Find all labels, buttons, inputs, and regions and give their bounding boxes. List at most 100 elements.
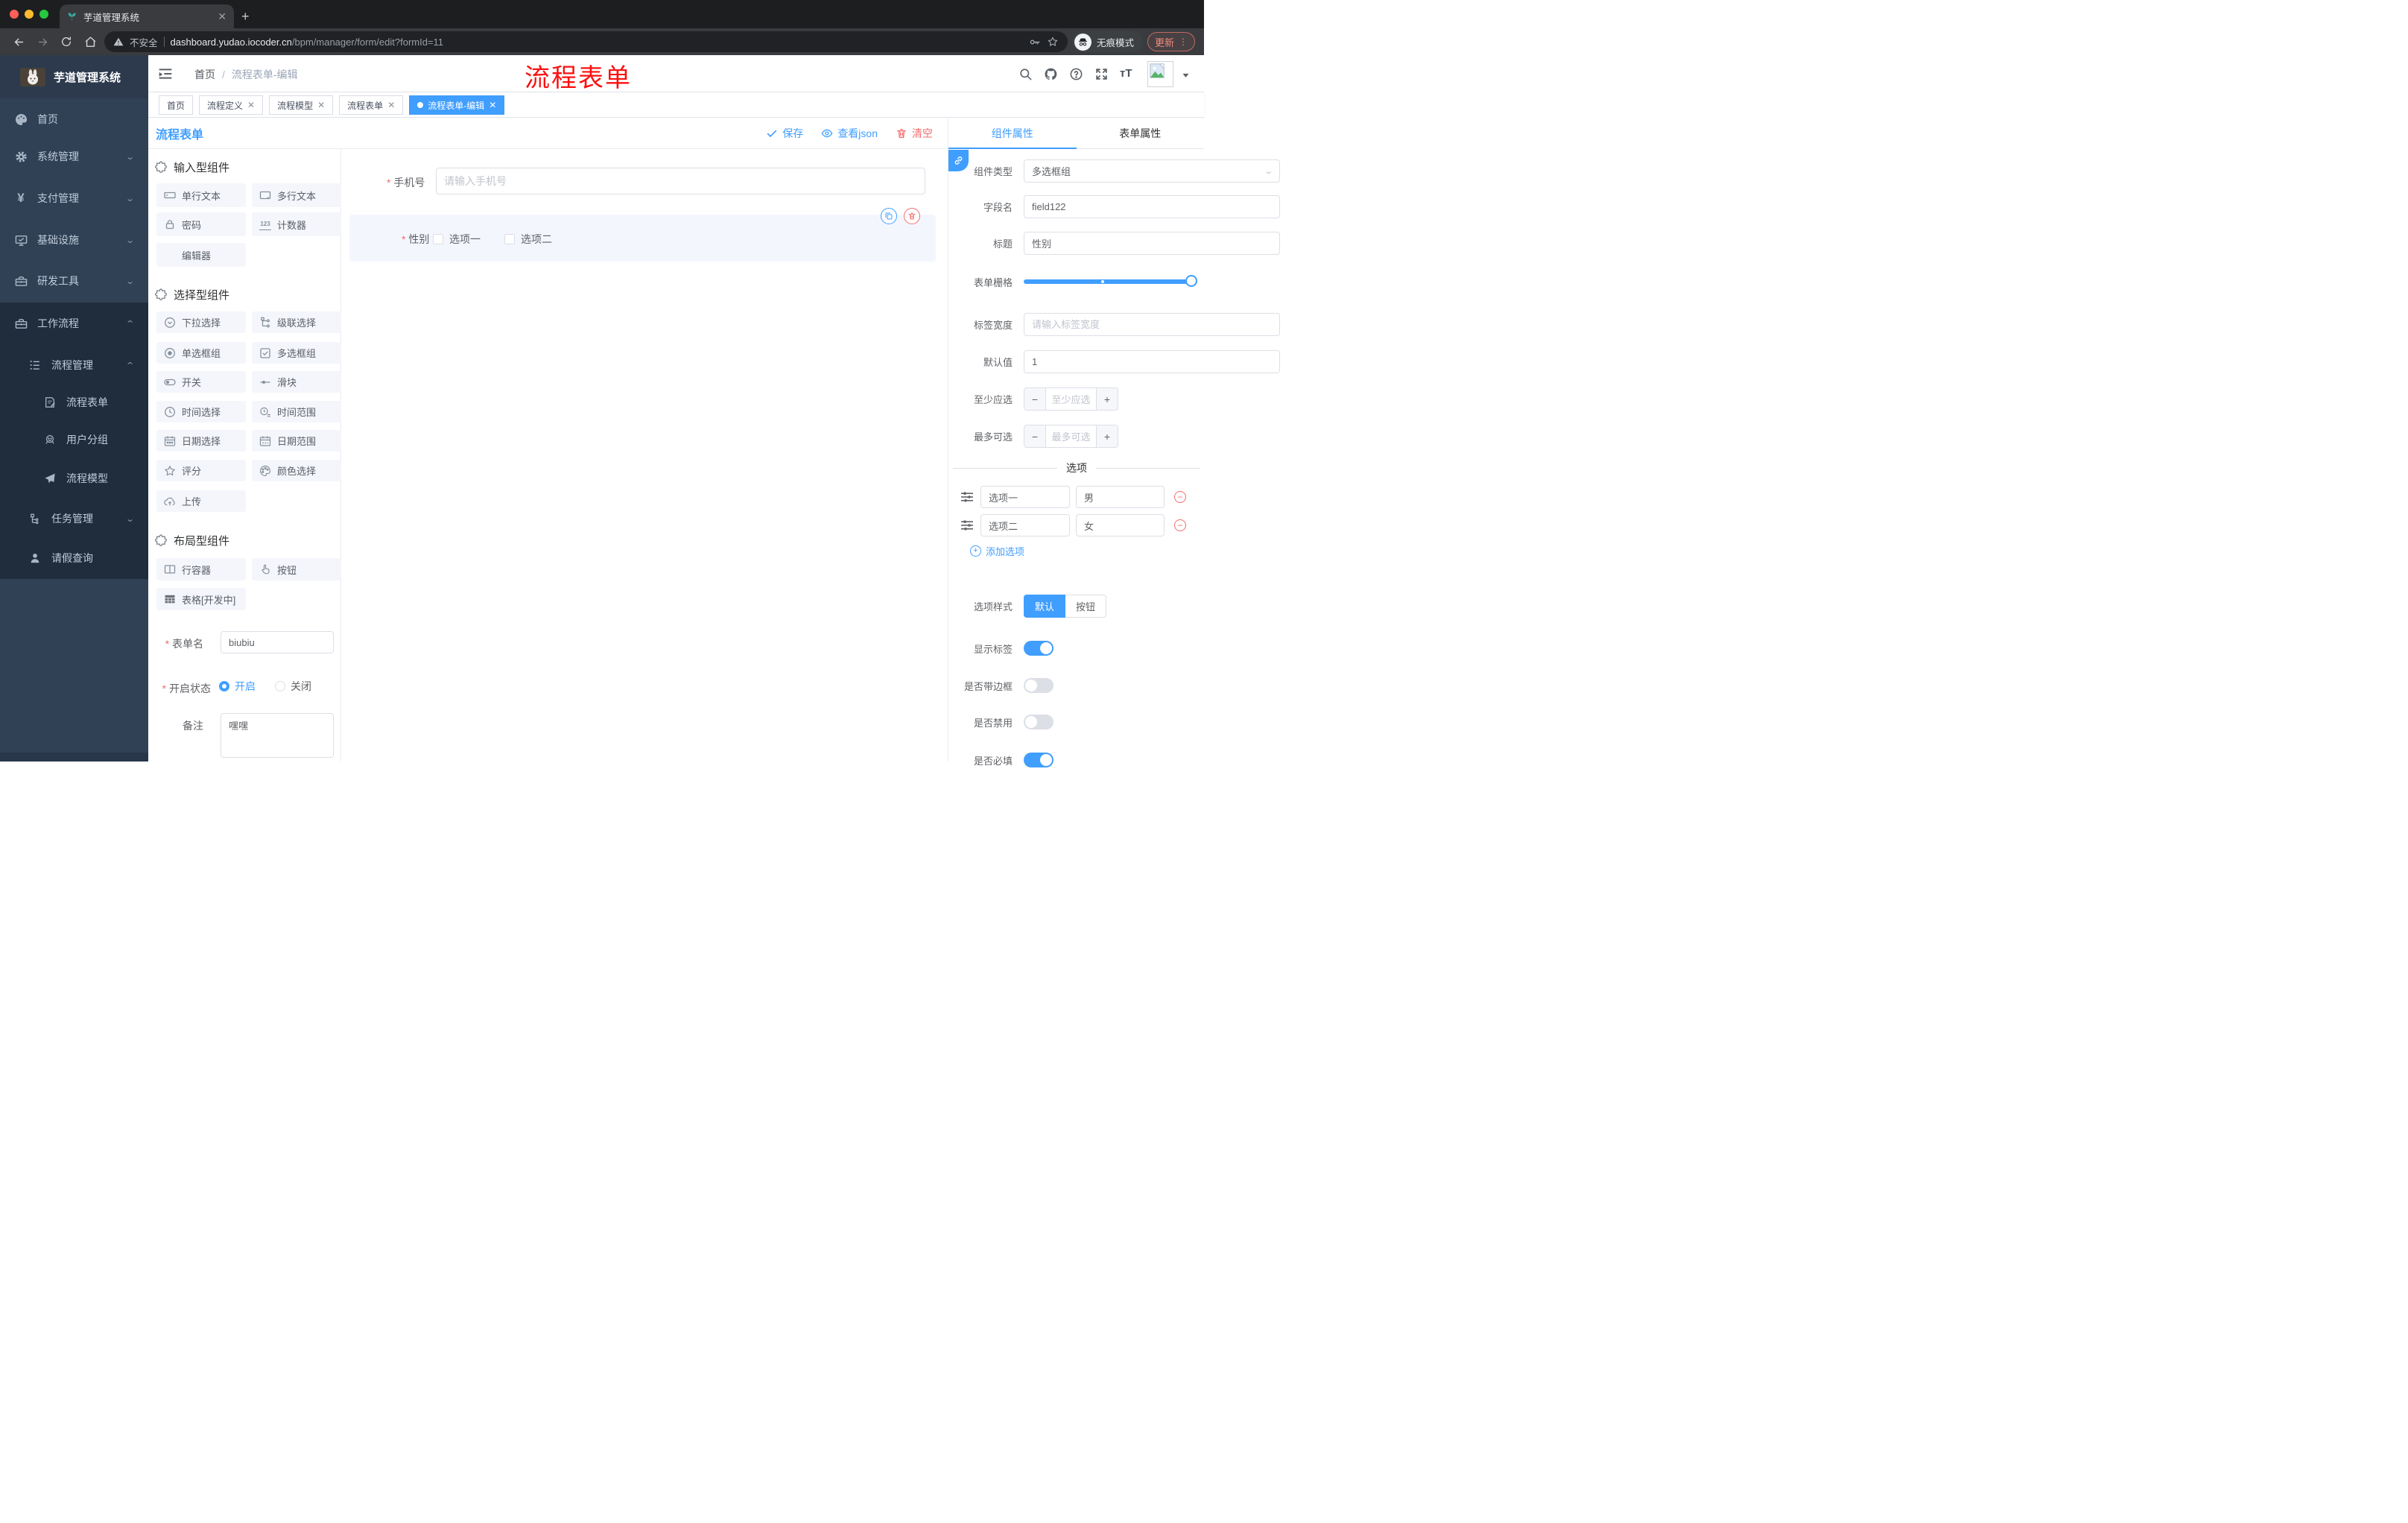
sidebar-item-dev-tools[interactable]: 研发工具 ⌄: [0, 260, 148, 302]
gender-option1-checkbox[interactable]: 选项一: [433, 232, 481, 247]
window-minimize-button[interactable]: [25, 10, 34, 19]
status-on-radio[interactable]: 开启: [219, 679, 256, 694]
form-name-input[interactable]: [221, 631, 334, 653]
avatar[interactable]: [1147, 61, 1173, 87]
add-option-button[interactable]: + 添加选项: [970, 544, 1024, 558]
component-multiline-text[interactable]: 多行文本: [252, 183, 341, 207]
remove-option-icon[interactable]: −: [1174, 491, 1186, 503]
sidebar-item-process-model[interactable]: 流程模型: [0, 460, 148, 497]
browser-tab[interactable]: 芋道管理系统 ✕: [60, 4, 234, 28]
show-label-switch[interactable]: [1024, 641, 1054, 656]
tab-close-icon[interactable]: ✕: [218, 11, 226, 22]
with-border-switch[interactable]: [1024, 678, 1054, 693]
view-json-button[interactable]: 查看json: [821, 126, 878, 141]
max-value[interactable]: 最多可选: [1046, 425, 1096, 447]
option2-value-input[interactable]: [1076, 514, 1165, 536]
increase-button[interactable]: +: [1096, 425, 1118, 447]
tab-form-props[interactable]: 表单属性: [1077, 118, 1205, 148]
sidebar-item-payment[interactable]: ¥ 支付管理 ⌄: [0, 177, 148, 219]
font-size-icon[interactable]: ᴛT: [1120, 67, 1134, 81]
option1-value-input[interactable]: [1076, 486, 1165, 508]
component-slider[interactable]: 滑块: [252, 371, 341, 393]
sidebar-item-process-management[interactable]: 流程管理 ⌃: [0, 344, 148, 386]
sidebar-item-system[interactable]: 系统管理 ⌄: [0, 136, 148, 177]
close-icon[interactable]: ✕: [387, 101, 395, 110]
back-icon[interactable]: [9, 32, 28, 51]
component-single-line-text[interactable]: 单行文本: [156, 183, 246, 207]
app-logo[interactable]: 芋道管理系统: [0, 55, 148, 98]
bookmark-star-icon[interactable]: [1047, 36, 1059, 48]
component-upload[interactable]: 上传: [156, 490, 246, 512]
component-date-range[interactable]: 日期范围: [252, 430, 341, 452]
style-default-button[interactable]: 默认: [1024, 595, 1066, 618]
help-icon[interactable]: [1069, 67, 1083, 81]
checkbox-box[interactable]: [504, 234, 515, 244]
drag-handle-icon[interactable]: [960, 519, 974, 532]
not-secure-warning-icon[interactable]: [113, 37, 124, 47]
url-bar[interactable]: 不安全 dashboard.yudao.iocoder.cn/bpm/manag…: [104, 31, 1068, 52]
component-switch[interactable]: 开关: [156, 371, 246, 393]
sidebar-item-infrastructure[interactable]: 基础设施 ⌄: [0, 219, 148, 261]
component-time-picker[interactable]: 时间选择: [156, 401, 246, 422]
sidebar-item-user-groups[interactable]: 用户分组: [0, 421, 148, 458]
sidebar-item-task-management[interactable]: 任务管理 ⌄: [0, 498, 148, 539]
delete-component-button[interactable]: [904, 208, 920, 224]
design-canvas[interactable]: 手机号 性别 选项一 选项二: [341, 149, 948, 762]
browser-update-button[interactable]: 更新 ⋮: [1147, 32, 1195, 51]
default-value-input[interactable]: [1024, 350, 1280, 373]
breadcrumb-home[interactable]: 首页: [194, 67, 215, 82]
remove-option-icon[interactable]: −: [1174, 519, 1186, 531]
phone-field-input[interactable]: [436, 168, 925, 194]
home-icon[interactable]: [80, 32, 100, 51]
search-icon[interactable]: [1018, 67, 1033, 81]
selected-component-gender[interactable]: 性别 选项一 选项二: [349, 215, 936, 262]
fullscreen-icon[interactable]: [1094, 67, 1109, 81]
label-width-input[interactable]: [1024, 313, 1280, 336]
component-password[interactable]: 密码: [156, 212, 246, 236]
tag-process-form-edit[interactable]: 流程表单-编辑 ✕: [409, 95, 505, 115]
increase-button[interactable]: +: [1096, 388, 1118, 410]
save-button[interactable]: 保存: [766, 126, 803, 141]
window-zoom-button[interactable]: [39, 10, 48, 19]
decrease-button[interactable]: −: [1024, 425, 1046, 447]
component-checkbox-group[interactable]: 多选框组: [252, 342, 341, 364]
checkbox-box[interactable]: [433, 234, 443, 244]
component-radio-group[interactable]: 单选框组: [156, 342, 246, 364]
field-name-input[interactable]: [1024, 195, 1280, 218]
option1-label-input[interactable]: [980, 486, 1070, 508]
component-time-range[interactable]: 时间范围: [252, 401, 341, 422]
component-counter[interactable]: 123 计数器: [252, 212, 341, 236]
close-icon[interactable]: ✕: [247, 101, 255, 110]
required-switch[interactable]: [1024, 753, 1054, 767]
sidebar-item-home[interactable]: 首页: [0, 98, 148, 140]
component-button[interactable]: 按钮: [252, 558, 341, 580]
github-icon[interactable]: [1044, 67, 1058, 81]
slider-handle[interactable]: [1185, 275, 1197, 287]
tag-process-model[interactable]: 流程模型 ✕: [269, 95, 334, 115]
sidebar-item-leave-query[interactable]: 请假查询: [0, 537, 148, 579]
forward-icon[interactable]: [33, 32, 52, 51]
sidebar-item-process-form[interactable]: 流程表单: [0, 384, 148, 421]
tab-component-props[interactable]: 组件属性: [948, 118, 1077, 149]
component-type-select[interactable]: 多选框组 ⌄: [1024, 159, 1280, 183]
reload-icon[interactable]: [57, 32, 76, 51]
close-icon[interactable]: ✕: [489, 101, 496, 110]
new-tab-button[interactable]: +: [241, 9, 250, 24]
sidebar-collapse-icon[interactable]: [158, 66, 173, 81]
sidebar-item-workflow[interactable]: 工作流程 ⌃: [0, 303, 148, 344]
component-select[interactable]: 下拉选择: [156, 311, 246, 333]
style-button-button[interactable]: 按钮: [1065, 595, 1107, 618]
component-row-container[interactable]: 行容器: [156, 558, 246, 580]
drag-handle-icon[interactable]: [960, 490, 974, 504]
clear-button[interactable]: 清空: [896, 126, 933, 141]
form-remark-textarea[interactable]: 嘿嘿: [221, 713, 334, 758]
tag-process-form[interactable]: 流程表单 ✕: [339, 95, 404, 115]
passwords-key-icon[interactable]: [1028, 36, 1041, 48]
tag-home[interactable]: 首页: [159, 95, 194, 115]
title-input[interactable]: [1024, 232, 1280, 255]
duplicate-component-button[interactable]: [881, 208, 897, 224]
component-cascader[interactable]: 级联选择: [252, 311, 341, 333]
browser-menu-icon[interactable]: ⋮: [1179, 37, 1188, 47]
url-text[interactable]: dashboard.yudao.iocoder.cn/bpm/manager/f…: [171, 37, 1022, 48]
grid-slider[interactable]: [1024, 275, 1197, 287]
